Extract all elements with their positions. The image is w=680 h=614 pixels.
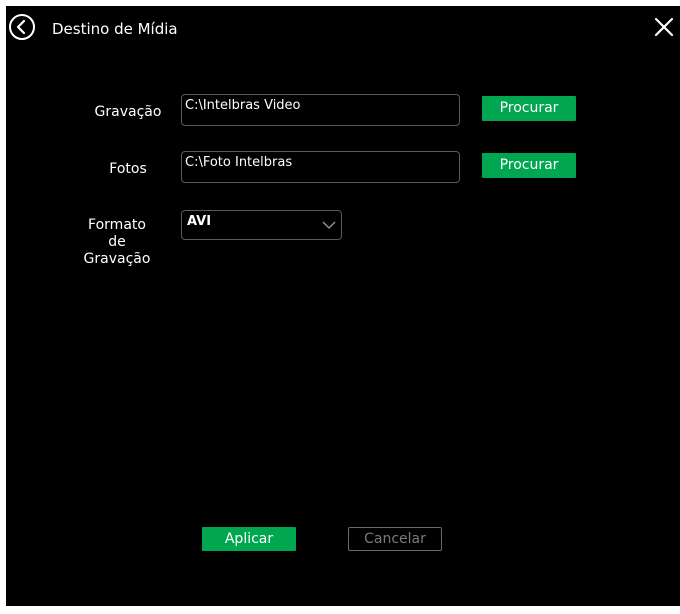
dialog-title: Destino de Mídia xyxy=(52,20,178,38)
format-label: Formato de Gravação xyxy=(74,217,160,268)
recording-browse-button[interactable]: Procurar xyxy=(482,96,576,121)
format-select[interactable]: AVI xyxy=(181,210,342,240)
recording-label: Gravação xyxy=(94,104,162,120)
close-button[interactable] xyxy=(652,15,676,39)
close-icon xyxy=(654,17,674,37)
back-button[interactable] xyxy=(8,13,36,41)
photos-browse-button[interactable]: Procurar xyxy=(482,153,576,178)
recording-path-field[interactable]: C:\Intelbras Video xyxy=(181,94,460,126)
apply-button[interactable]: Aplicar xyxy=(202,527,296,551)
chevron-down-icon xyxy=(322,221,336,229)
back-circle-icon xyxy=(9,14,35,40)
media-destination-dialog: Destino de Mídia Gravação C:\Intelbras V… xyxy=(6,6,680,606)
format-selected-value: AVI xyxy=(187,214,212,229)
format-label-line3: Gravação xyxy=(83,251,151,267)
photos-label: Fotos xyxy=(109,161,147,177)
format-label-line1: Formato xyxy=(88,217,146,233)
photos-path-field[interactable]: C:\Foto Intelbras xyxy=(181,151,460,183)
format-label-line2: de xyxy=(108,234,126,250)
cancel-button[interactable]: Cancelar xyxy=(348,527,442,551)
